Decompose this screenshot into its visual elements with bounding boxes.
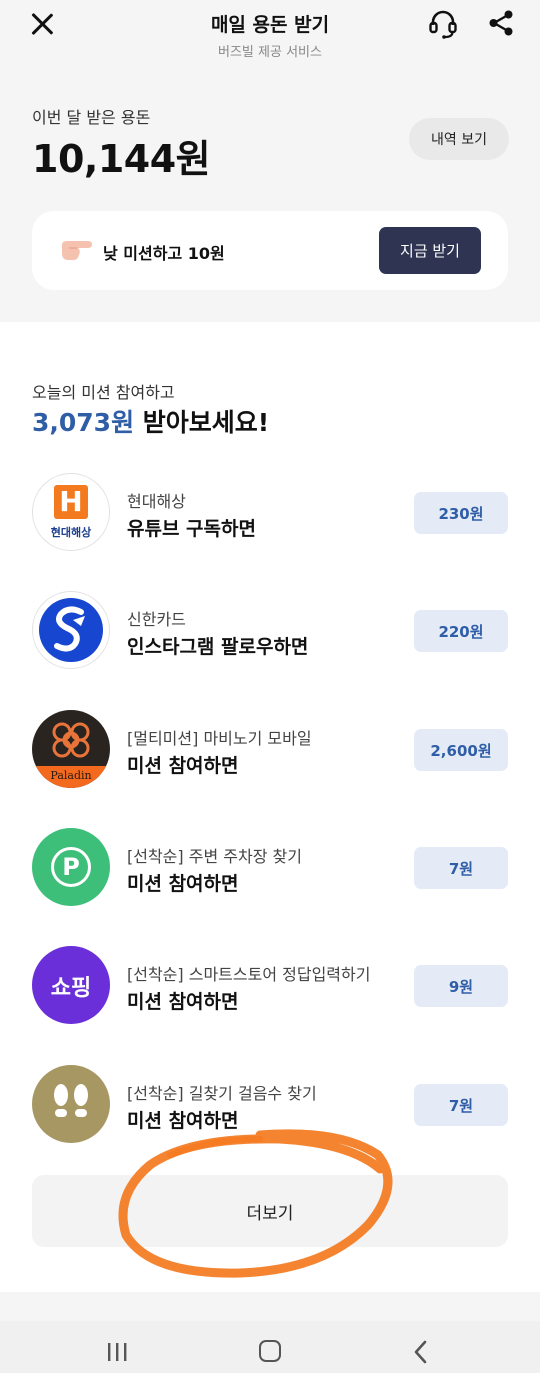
- mission-action: 미션 참여하면: [127, 873, 239, 895]
- reward-button[interactable]: 7원: [414, 1084, 508, 1126]
- history-button[interactable]: 내역 보기: [409, 118, 509, 160]
- missions-section: 오늘의 미션 참여하고 3,073원 받아보세요! H 현대해상 현대해상 유튜…: [0, 322, 540, 1292]
- system-navigation-bar: [0, 1321, 540, 1373]
- mission-action: 미션 참여하면: [127, 755, 239, 777]
- mission-company: [선착순] 스마트스토어 정답입력하기: [127, 965, 371, 984]
- mission-item-shinhan[interactable]: 신한카드 인스타그램 팔로우하면 220원: [0, 591, 540, 675]
- mabinogi-logo-text: Paladin: [50, 769, 92, 782]
- mission-company: [선착순] 길찾기 걸음수 찾기: [127, 1084, 317, 1103]
- shinhan-card-logo: [32, 591, 110, 669]
- reward-button[interactable]: 2,600원: [414, 729, 508, 771]
- hyundai-logo: H 현대해상: [32, 473, 110, 551]
- balance-amount: 10,144원: [32, 137, 211, 181]
- share-icon[interactable]: [486, 8, 516, 38]
- shinhan-logo-mark: [39, 598, 103, 662]
- promo-text: 낮 미션하고 10원: [103, 244, 225, 263]
- mission-item-parking[interactable]: P [선착순] 주변 주차장 찾기 미션 참여하면 7원: [0, 828, 540, 912]
- mission-item-steps[interactable]: [선착순] 길찾기 걸음수 찾기 미션 참여하면 7원: [0, 1065, 540, 1149]
- mission-intro: 오늘의 미션 참여하고: [32, 383, 175, 402]
- mission-headline-suffix: 받아보세요!: [134, 408, 270, 437]
- promo-card: 낮 미션하고 10원 지금 받기: [32, 211, 508, 290]
- page-title: 매일 용돈 받기: [210, 14, 330, 36]
- headset-icon[interactable]: [427, 8, 459, 40]
- mabinogi-logo: Paladin: [32, 710, 110, 788]
- mission-action: 유튜브 구독하면: [127, 518, 256, 540]
- mission-company: 현대해상: [127, 492, 186, 511]
- back-icon[interactable]: [410, 1339, 432, 1365]
- mission-item-smartstore[interactable]: 쇼핑 [선착순] 스마트스토어 정답입력하기 미션 참여하면 9원: [0, 946, 540, 1030]
- footprints-logo: [32, 1065, 110, 1143]
- header: 매일 용돈 받기 버즈빌 제공 서비스: [0, 0, 540, 80]
- reward-button[interactable]: 7원: [414, 847, 508, 889]
- hyundai-logo-letter: H: [54, 485, 88, 519]
- mission-action: 인스타그램 팔로우하면: [127, 636, 309, 658]
- parking-icon: P: [51, 847, 91, 887]
- mission-company: 신한카드: [127, 610, 186, 629]
- shopping-logo-text: 쇼핑: [50, 976, 92, 1001]
- parking-logo: P: [32, 828, 110, 906]
- mission-headline: 3,073원 받아보세요!: [32, 403, 269, 439]
- claim-now-button[interactable]: 지금 받기: [379, 227, 481, 274]
- mission-total-amount: 3,073원: [32, 408, 135, 437]
- reward-button[interactable]: 230원: [414, 492, 508, 534]
- reward-button[interactable]: 220원: [414, 610, 508, 652]
- mission-item-mabinogi[interactable]: Paladin [멀티미션] 마비노기 모바일 미션 참여하면 2,600원: [0, 710, 540, 794]
- mission-action: 미션 참여하면: [127, 991, 239, 1013]
- balance-label: 이번 달 받은 용돈: [32, 108, 151, 127]
- mission-item-hyundai[interactable]: H 현대해상 현대해상 유튜브 구독하면 230원: [0, 473, 540, 557]
- shopping-logo: 쇼핑: [32, 946, 110, 1024]
- more-button[interactable]: 더보기: [32, 1175, 508, 1247]
- mission-company: [멀티미션] 마비노기 모바일: [127, 729, 312, 748]
- recent-apps-icon[interactable]: [105, 1341, 129, 1363]
- footprints-icon: [54, 1084, 88, 1117]
- page-subtitle: 버즈빌 제공 서비스: [218, 45, 322, 60]
- mission-action: 미션 참여하면: [127, 1110, 239, 1132]
- reward-button[interactable]: 9원: [414, 965, 508, 1007]
- pointing-hand-icon: [62, 241, 92, 260]
- mission-company: [선착순] 주변 주차장 찾기: [127, 847, 302, 866]
- hyundai-logo-text: 현대해상: [50, 526, 92, 539]
- home-icon[interactable]: [259, 1340, 281, 1362]
